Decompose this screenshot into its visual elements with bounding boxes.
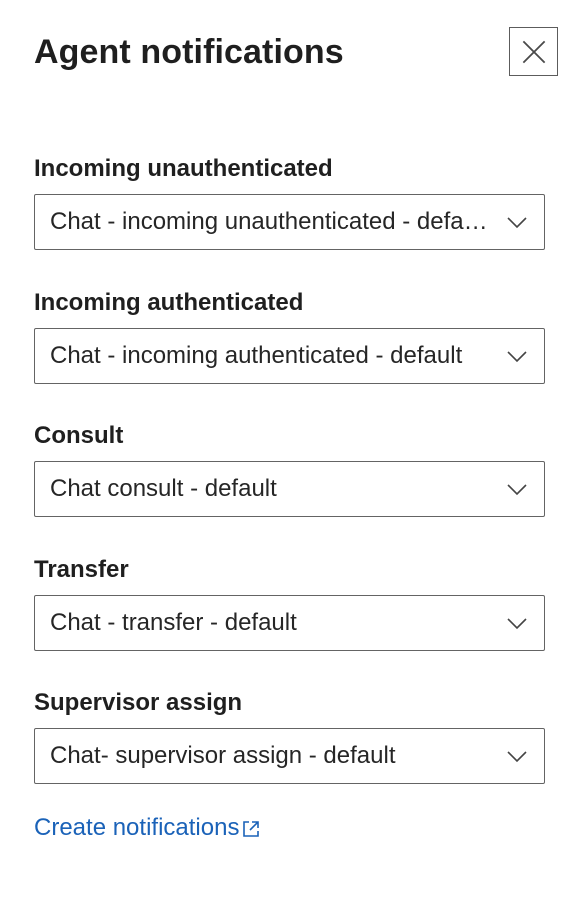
chevron-down-icon xyxy=(507,751,527,763)
incoming-authenticated-dropdown[interactable]: Chat - incoming authenticated - default xyxy=(34,328,545,384)
transfer-dropdown[interactable]: Chat - transfer - default xyxy=(34,595,545,651)
dropdown-value: Chat - incoming authenticated - default xyxy=(50,342,463,369)
field-label: Incoming unauthenticated xyxy=(34,155,333,182)
chevron-down-icon xyxy=(507,484,527,496)
chevron-down-icon xyxy=(507,217,527,229)
field-supervisor-assign: Supervisor assign Chat- supervisor assig… xyxy=(34,688,545,784)
panel-title: Agent notifications xyxy=(34,33,344,71)
create-notifications-link[interactable]: Create notifications xyxy=(34,812,261,844)
external-link-icon xyxy=(243,821,260,837)
field-incoming-authenticated: Incoming authenticated Chat - incoming a… xyxy=(34,288,545,384)
close-button[interactable] xyxy=(509,27,558,76)
close-icon xyxy=(522,40,545,63)
field-label: Incoming authenticated xyxy=(34,289,304,316)
field-transfer: Transfer Chat - transfer - default xyxy=(34,555,545,651)
dropdown-value: Chat - transfer - default xyxy=(50,609,297,636)
link-label: Create notifications xyxy=(34,814,240,841)
chevron-down-icon xyxy=(507,351,527,363)
chevron-down-icon xyxy=(507,618,527,630)
supervisor-assign-dropdown[interactable]: Chat- supervisor assign - default xyxy=(34,728,545,784)
consult-dropdown[interactable]: Chat consult - default xyxy=(34,461,545,517)
field-label: Transfer xyxy=(34,556,129,583)
dropdown-value: Chat- supervisor assign - default xyxy=(50,742,396,769)
dropdown-value: Chat - incoming unauthenticated - defaul… xyxy=(50,208,488,235)
field-consult: Consult Chat consult - default xyxy=(34,421,545,517)
agent-notifications-panel: Agent notifications Incoming unauthentic… xyxy=(0,0,586,908)
field-label: Supervisor assign xyxy=(34,689,243,716)
field-label: Consult xyxy=(34,422,124,449)
dropdown-value: Chat consult - default xyxy=(50,475,277,502)
incoming-unauthenticated-dropdown[interactable]: Chat - incoming unauthenticated - defaul… xyxy=(34,194,545,250)
field-incoming-unauthenticated: Incoming unauthenticated Chat - incoming… xyxy=(34,154,545,250)
